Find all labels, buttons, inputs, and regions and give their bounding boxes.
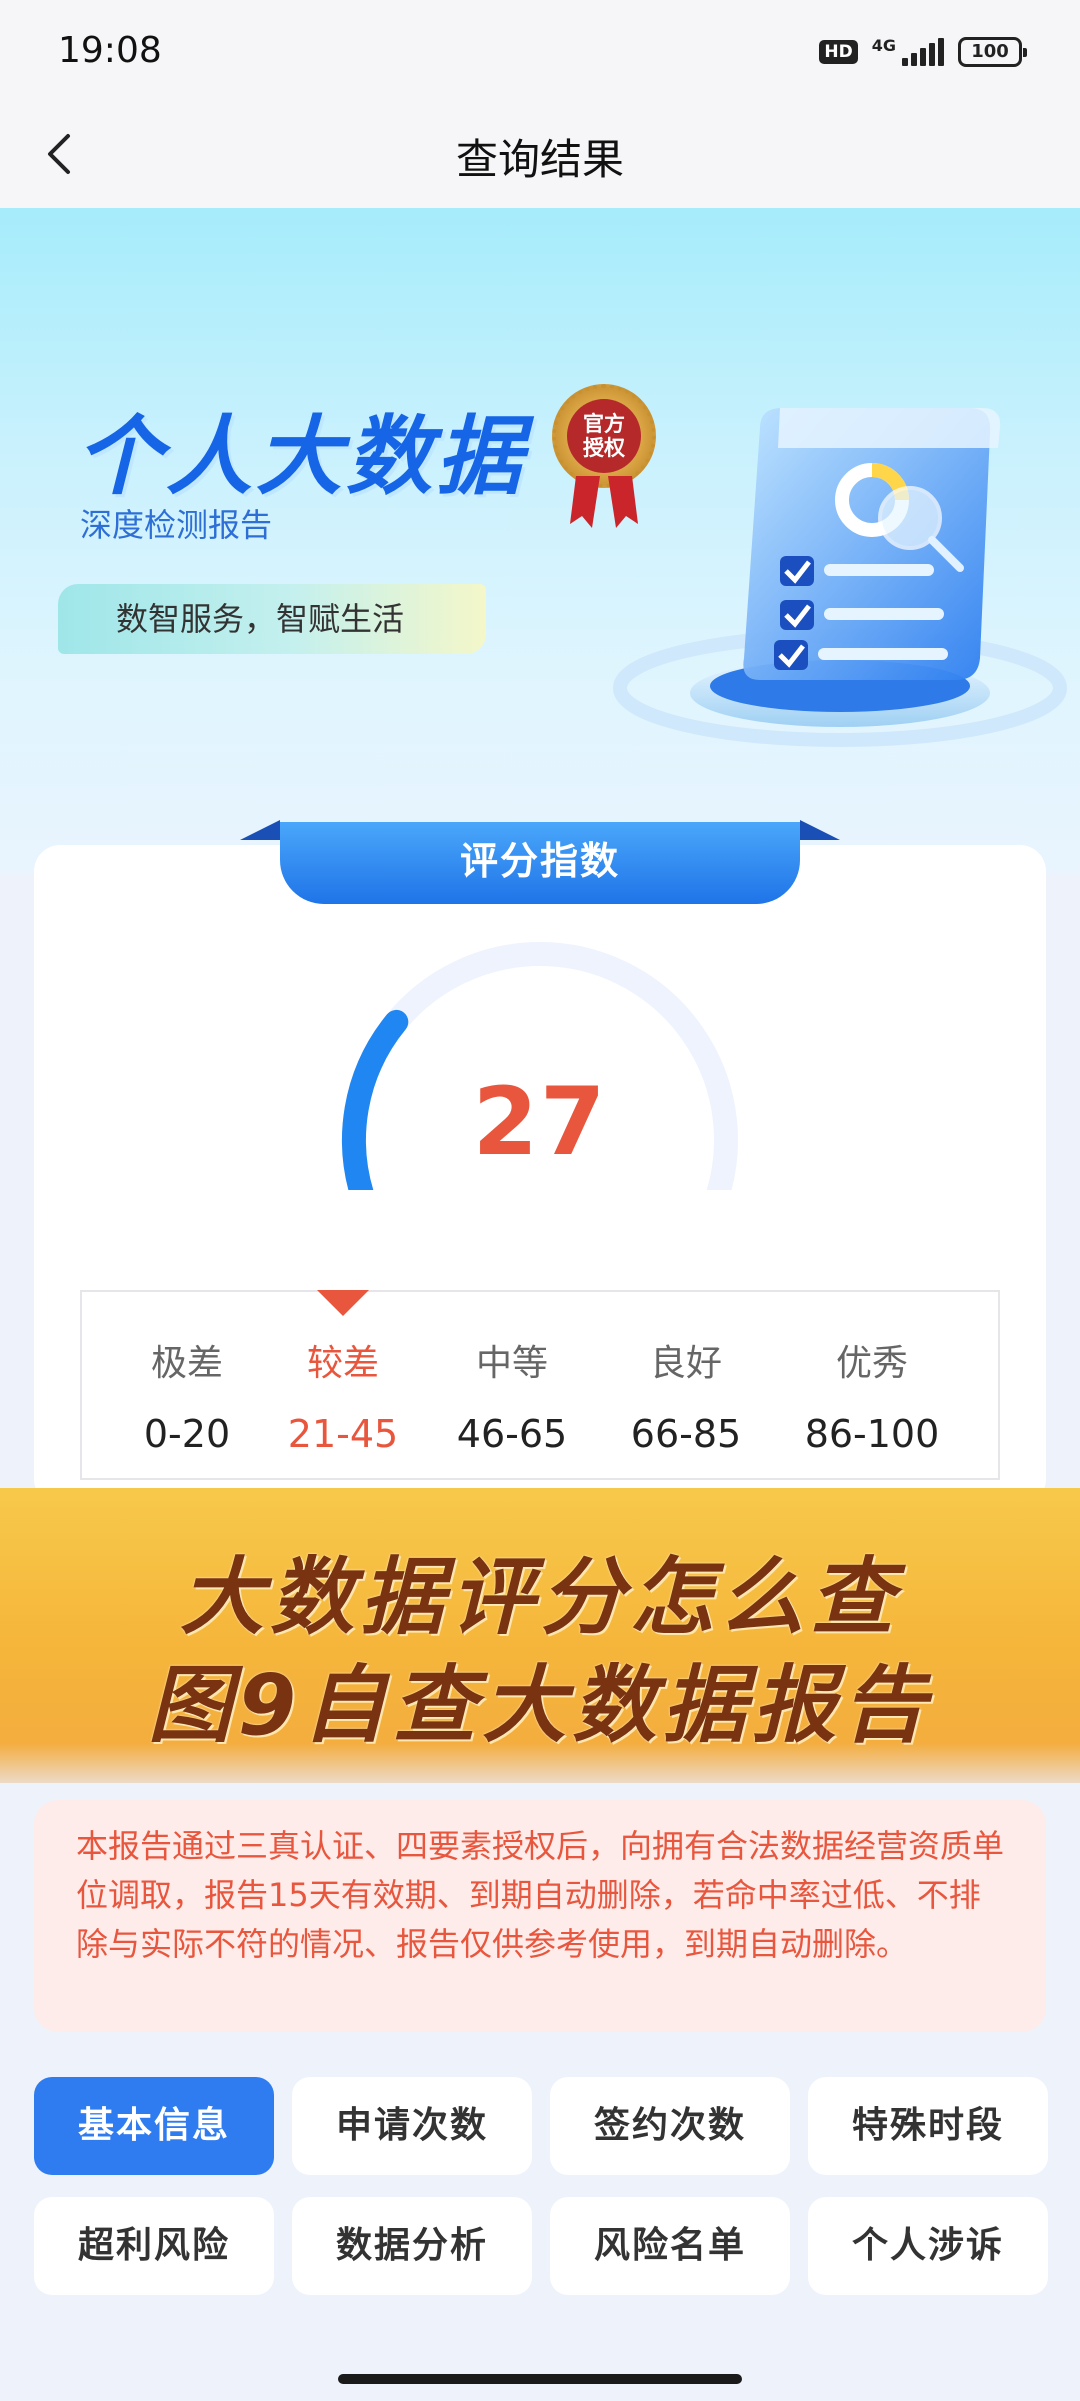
- rating-name: 较差: [306, 1343, 379, 1384]
- nav-bar: 查询结果: [0, 100, 1080, 208]
- score-section-title: 评分指数: [280, 822, 800, 904]
- score-value: 27: [472, 1068, 608, 1177]
- report-document-icon: [613, 408, 1067, 747]
- rating-name: 良好: [649, 1343, 722, 1384]
- signal-icon: [902, 38, 944, 66]
- status-time: 19:08: [58, 30, 162, 71]
- rating-column: 良好 66-85: [601, 1292, 771, 1480]
- status-bar: 19:08 HD 4G 100: [0, 0, 1080, 100]
- rating-name: 极差: [150, 1343, 223, 1384]
- rating-name: 优秀: [835, 1343, 908, 1384]
- promo-line-2: 图9自查大数据报告: [147, 1656, 933, 1754]
- page-title: 查询结果: [455, 135, 624, 184]
- hd-icon: HD: [819, 40, 858, 64]
- rating-column: 优秀 86-100: [787, 1292, 957, 1480]
- banner-slogan: 数智服务，智赋生活: [58, 584, 486, 654]
- section-tab-button[interactable]: 基本信息: [34, 2077, 274, 2175]
- section-tab-button[interactable]: 个人涉诉: [808, 2197, 1048, 2295]
- rating-scale-table: 极差 0-20 较差 21-45 中等 46-65 良好 66-85 优秀 86-100: [80, 1290, 1000, 1480]
- status-icons: HD 4G 100: [819, 34, 1027, 70]
- rating-column: 中等 46-65: [427, 1292, 597, 1480]
- section-tab-button[interactable]: 风险名单: [550, 2197, 790, 2295]
- rating-range: 46-65: [456, 1412, 568, 1456]
- rating-range: 86-100: [804, 1412, 940, 1456]
- section-tab-button[interactable]: 特殊时段: [808, 2077, 1048, 2175]
- rating-range: 0-20: [143, 1412, 231, 1456]
- active-rating-marker-icon: [317, 1290, 369, 1316]
- home-indicator[interactable]: [338, 2374, 742, 2384]
- promo-line-1: 大数据评分怎么查: [179, 1548, 900, 1646]
- promo-overlay: 大数据评分怎么查 图9自查大数据报告: [0, 1488, 1080, 1783]
- section-tab-button[interactable]: 申请次数: [292, 2077, 532, 2175]
- battery-icon: 100: [958, 37, 1027, 67]
- hero-banner: 个人大数据 官方 授权 深度检测报告 数智服务，智赋生活: [0, 208, 1080, 873]
- section-tab-button[interactable]: 数据分析: [292, 2197, 532, 2295]
- section-tab-button[interactable]: 超利风险: [34, 2197, 274, 2295]
- banner-subtitle: 深度检测报告: [80, 506, 273, 544]
- rating-column: 极差 0-20: [102, 1292, 272, 1480]
- banner-title: 个人大数据: [76, 407, 526, 507]
- rating-range: 66-85: [630, 1412, 742, 1456]
- rating-name: 中等: [475, 1343, 548, 1384]
- section-tab-button[interactable]: 签约次数: [550, 2077, 790, 2175]
- rating-range: 21-45: [287, 1412, 399, 1456]
- disclaimer-notice: 本报告通过三真认证、四要素授权后，向拥有合法数据经营资质单位调取，报告15天有效…: [34, 1800, 1046, 2032]
- network-type-label: 4G: [871, 36, 896, 55]
- rating-column: 较差 21-45: [258, 1290, 428, 1480]
